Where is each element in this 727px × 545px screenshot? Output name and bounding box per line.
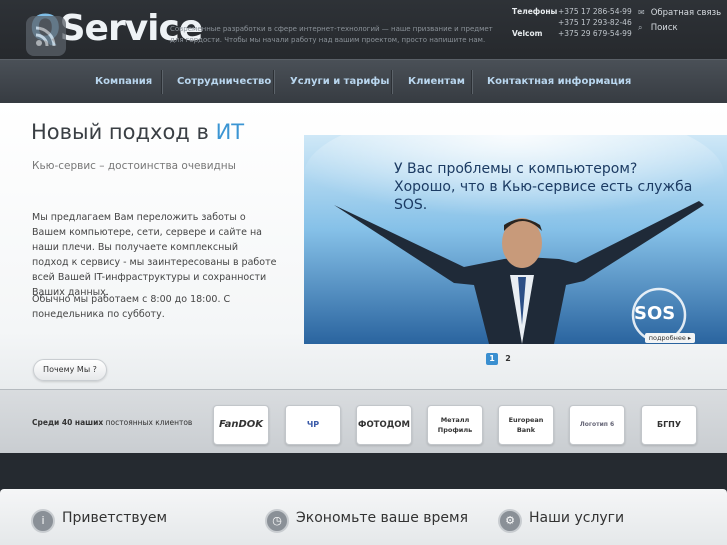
client-logo-european-bank[interactable]: European Bank — [498, 405, 554, 445]
phone-1: +375 17 286-54-99 — [558, 7, 632, 16]
client-logo-bgpu[interactable]: БГПУ — [641, 405, 697, 445]
section-gap — [0, 453, 727, 489]
nav-divider — [273, 70, 274, 94]
feature-welcome[interactable]: i Приветствуем — [31, 509, 231, 533]
hero-subtitle: Кью-сервис – достоинства очевидны — [32, 160, 236, 172]
search-label: Поиск — [650, 23, 678, 33]
feature-services[interactable]: ⚙ Наши услуги — [498, 509, 698, 533]
nav-divider — [161, 70, 162, 94]
tagline: Современные разработки в сфере интернет-… — [170, 25, 493, 44]
feature-save-time[interactable]: ◷ Экономьте ваше время — [265, 509, 485, 533]
why-us-button[interactable]: Почему Мы ? — [33, 359, 107, 381]
search-icon: ⌕ — [638, 23, 643, 32]
nav-item-company[interactable]: Компания — [95, 60, 152, 104]
promo-banner[interactable]: У Вас проблемы с компьютером? Хорошо, чт… — [304, 135, 727, 344]
client-logo-chr[interactable]: ЧР — [285, 405, 341, 445]
nav-item-contacts[interactable]: Контактная информация — [487, 60, 631, 104]
top-links: ✉ Обратная связь ⌕ Поиск — [638, 6, 721, 36]
nav-divider — [391, 70, 392, 94]
banner-sos-logo: SOS — [634, 303, 676, 324]
hero-title-accent: ИТ — [215, 120, 245, 144]
gear-icon: ⚙ — [498, 509, 522, 533]
client-logo-6[interactable]: Логотип 6 — [569, 405, 625, 445]
clients-label-rest: постоянных клиентов — [105, 418, 193, 427]
main-nav: Компания Сотрудничество Услуги и тарифы … — [0, 59, 727, 104]
clients-label: Среди 40 наших постоянных клиентов — [32, 418, 192, 427]
slide-page-1[interactable]: 1 — [486, 353, 498, 365]
phone-3: +375 29 679-54-99 — [558, 29, 632, 38]
banner-text: У Вас проблемы с компьютером? Хорошо, чт… — [394, 161, 693, 213]
phone-2: +375 17 293-82-46 — [558, 18, 632, 27]
nav-divider — [471, 70, 472, 94]
nav-item-cooperation[interactable]: Сотрудничество — [177, 60, 271, 104]
clients-strip: Среди 40 наших постоянных клиентов FanDO… — [0, 389, 727, 454]
client-logo-metall[interactable]: Металл Профиль — [427, 405, 483, 445]
feature-save-time-label: Экономьте ваше время — [296, 510, 468, 526]
site-header: QService Современные разработки в сфере … — [0, 0, 727, 59]
clients-label-bold: Среди 40 наших — [32, 418, 104, 427]
velcom-label: Velcom — [512, 29, 543, 38]
hero-paragraph-1: Мы предлагаем Вам переложить заботы о Ва… — [32, 212, 277, 298]
search-link[interactable]: ⌕ Поиск — [638, 21, 721, 36]
feature-services-label: Наши услуги — [529, 510, 625, 526]
mail-icon: ✉ — [638, 8, 645, 17]
feature-welcome-label: Приветствуем — [62, 510, 168, 526]
feature-boxes: i Приветствуем ◷ Экономьте ваше время ⚙ … — [0, 489, 727, 545]
feedback-link[interactable]: ✉ Обратная связь — [638, 6, 721, 21]
phones-label: Телефоны — [512, 7, 558, 16]
feedback-label: Обратная связь — [650, 8, 722, 18]
hero-title: Новый подход в ИТ — [31, 120, 244, 144]
client-logo-fandok[interactable]: FanDOK — [213, 405, 269, 445]
slide-page-2[interactable]: 2 — [502, 353, 514, 365]
info-icon: i — [31, 509, 55, 533]
hero-paragraph-2: Обычно мы работаем с 8:00 до 18:00. С по… — [32, 294, 231, 320]
nav-item-clients[interactable]: Клиентам — [408, 60, 465, 104]
contact-phones: Телефоны +375 17 286-54-99 +375 17 293-8… — [505, 5, 632, 39]
rss-icon-glyph — [35, 26, 56, 47]
rss-icon[interactable] — [26, 16, 66, 56]
clock-icon: ◷ — [265, 509, 289, 533]
hero-section: Новый подход в ИТ Кью-сервис – достоинст… — [0, 103, 727, 389]
nav-item-services[interactable]: Услуги и тарифы — [290, 60, 389, 104]
client-logo-fotodom[interactable]: ФОТОДОМ — [356, 405, 412, 445]
more-link[interactable]: подробнее ▸ — [645, 333, 695, 343]
hero-title-main: Новый подход в — [31, 120, 209, 144]
